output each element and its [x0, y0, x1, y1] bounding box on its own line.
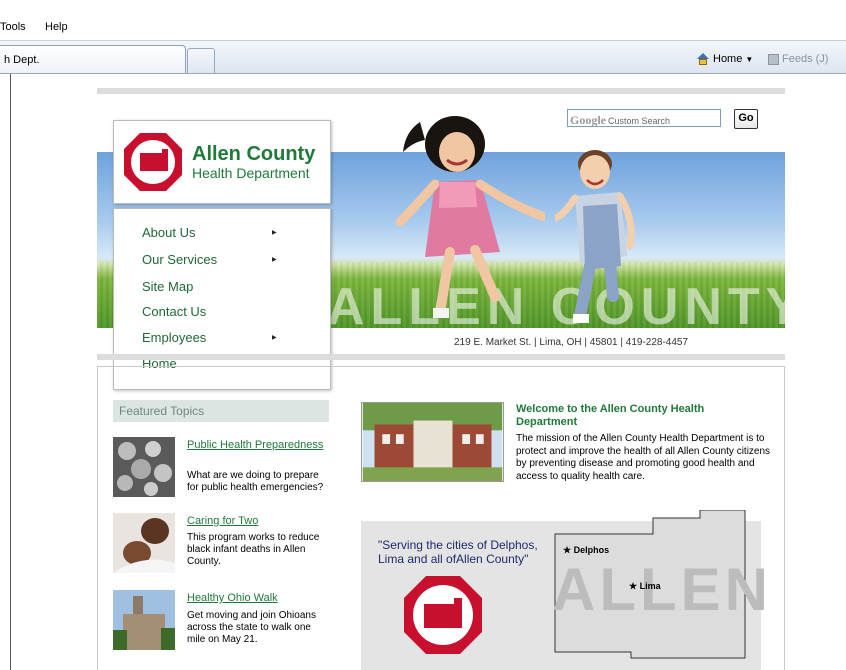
- google-logo: Google: [570, 113, 606, 127]
- nav-item-our-services[interactable]: Our Services: [142, 252, 217, 267]
- courthouse-thumbnail[interactable]: [113, 590, 175, 650]
- contact-address: 219 E. Market St. | Lima, OH | 45801 | 4…: [454, 337, 689, 348]
- chevron-down-icon[interactable]: ▼: [745, 55, 753, 64]
- featured-desc-preparedness: What are we doing to prepare for public …: [187, 470, 324, 493]
- browser-menubar: Tools Help: [0, 0, 846, 41]
- search-placeholder: Custom Search: [608, 116, 671, 126]
- featured-link-preparedness[interactable]: Public Health Preparedness: [187, 439, 327, 452]
- logo-subtitle: Health Department: [192, 165, 310, 181]
- featured-link-caring-for-two[interactable]: Caring for Two: [187, 515, 327, 528]
- rss-feed-icon: [768, 53, 779, 65]
- featured-desc-healthy-ohio-walk: Get moving and join Ohioans across the s…: [187, 610, 316, 645]
- featured-desc-caring-for-two: This program works to reduce black infan…: [187, 532, 320, 567]
- nav-item-about-us[interactable]: About Us: [142, 225, 195, 240]
- submenu-arrow-icon: ▶: [272, 230, 277, 236]
- top-divider: [97, 88, 785, 94]
- nav-item-site-map[interactable]: Site Map: [142, 279, 193, 294]
- featured-topics-heading: Featured Topics: [113, 400, 329, 422]
- virus-thumbnail[interactable]: [113, 437, 175, 497]
- submenu-arrow-icon: ▶: [272, 257, 277, 263]
- mid-divider: [97, 354, 785, 360]
- home-button[interactable]: Home ▼: [696, 53, 753, 65]
- submenu-arrow-icon: ▶: [272, 335, 277, 341]
- logo-title: Allen County: [192, 143, 316, 165]
- mother-baby-thumbnail[interactable]: [113, 513, 175, 573]
- map-county-watermark: ALLEN: [552, 556, 772, 623]
- search-go-button[interactable]: Go: [734, 109, 758, 129]
- menu-help[interactable]: Help: [45, 21, 68, 33]
- running-girl-image: [395, 116, 545, 318]
- map-city-lima: ★ Lima: [629, 581, 661, 591]
- county-seal-logo: [124, 133, 182, 191]
- running-boy-image: [555, 150, 635, 323]
- site-logo[interactable]: Allen County Health Department: [113, 120, 331, 204]
- browser-tabbar: h Dept. Home ▼ Feeds (J): [0, 41, 846, 74]
- health-department-building-photo: [361, 402, 504, 482]
- nav-item-contact-us[interactable]: Contact Us: [142, 304, 206, 319]
- county-seal-large: [404, 576, 482, 654]
- feeds-button[interactable]: Feeds (J): [768, 53, 828, 65]
- city-label-lima: Lima: [639, 581, 661, 591]
- main-nav-menu: About Us ▶ Our Services ▶ Site Map Conta…: [113, 208, 331, 390]
- nav-item-employees[interactable]: Employees: [142, 330, 206, 345]
- city-label-delphos: Delphos: [573, 545, 610, 555]
- map-city-delphos: ★ Delphos: [563, 545, 610, 555]
- home-icon: [696, 53, 710, 65]
- new-tab-button[interactable]: [187, 48, 215, 73]
- tab-title: h Dept.: [4, 54, 40, 66]
- featured-link-healthy-ohio-walk[interactable]: Healthy Ohio Walk: [187, 592, 327, 605]
- home-label: Home: [713, 53, 743, 65]
- service-quote: "Serving the cities of Delphos, Lima and…: [378, 538, 538, 566]
- menu-tools[interactable]: Tools: [0, 21, 26, 33]
- search-input[interactable]: Google Custom Search: [567, 109, 721, 127]
- welcome-text: The mission of the Allen County Health D…: [516, 433, 771, 482]
- browser-tab-active[interactable]: h Dept.: [0, 45, 186, 73]
- welcome-title: Welcome to the Allen County Health Depar…: [516, 403, 705, 428]
- feeds-label: Feeds (J): [782, 53, 829, 65]
